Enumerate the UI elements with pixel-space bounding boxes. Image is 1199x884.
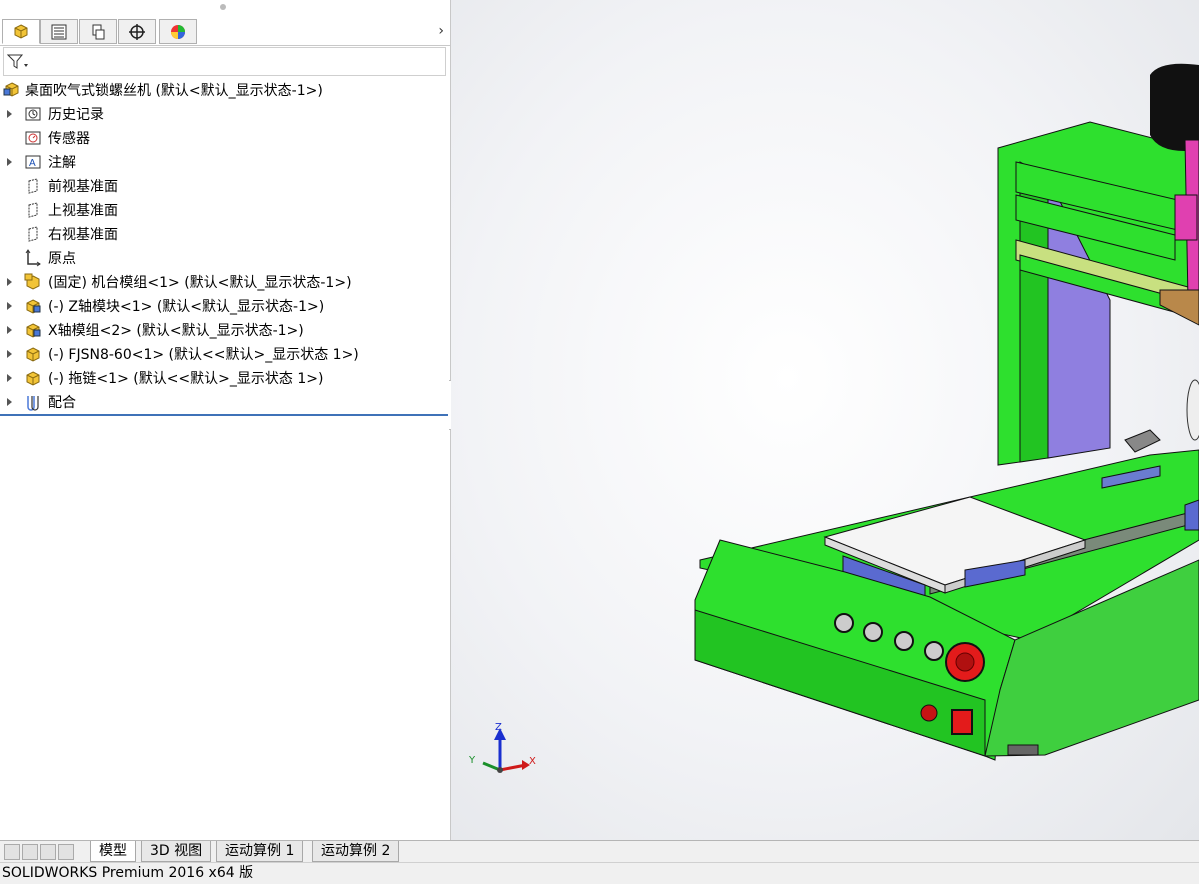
expand-arrow-icon[interactable] bbox=[7, 349, 13, 359]
plane-icon bbox=[28, 202, 38, 218]
subassembly-icon bbox=[26, 323, 41, 338]
assembly-icon bbox=[3, 82, 19, 97]
graphics-area[interactable]: Z X Y bbox=[451, 0, 1199, 840]
expand-arrow-icon[interactable] bbox=[7, 397, 13, 407]
tree-item-label: 右视基准面 bbox=[48, 227, 118, 243]
subassembly-fixed-icon bbox=[24, 273, 40, 290]
tab-3d-view[interactable]: 3D 视图 bbox=[141, 841, 212, 862]
tree-item-label: 上视基准面 bbox=[48, 203, 118, 219]
tree-item[interactable]: 原点 bbox=[0, 247, 450, 269]
filter-bar[interactable] bbox=[3, 47, 446, 76]
tree-item[interactable]: (-) 拖链<1> (默认<<默认>_显示状态 1>) bbox=[0, 367, 450, 389]
tree-item-label: 原点 bbox=[48, 251, 76, 267]
expand-arrow-icon[interactable] bbox=[7, 373, 13, 383]
origin-icon bbox=[25, 249, 41, 267]
history-icon bbox=[25, 107, 41, 121]
tree-root-assembly[interactable]: 桌面吹气式锁螺丝机 (默认<默认_显示状态-1>) bbox=[0, 79, 450, 101]
tree-item[interactable]: 右视基准面 bbox=[0, 223, 450, 245]
panel-grip[interactable] bbox=[220, 4, 226, 10]
tab-display-manager[interactable] bbox=[159, 19, 197, 44]
tree-item-label: (固定) 机台模组<1> (默认<默认_显示状态-1>) bbox=[48, 275, 352, 291]
tree-item-label: 前视基准面 bbox=[48, 179, 118, 195]
tab-motion-study-1[interactable]: 运动算例 1 bbox=[216, 841, 304, 862]
expand-arrow-icon[interactable] bbox=[7, 301, 13, 311]
plane-icon bbox=[28, 178, 38, 194]
tree-item-label: X轴模组<2> (默认<默认_显示状态-1>) bbox=[48, 323, 304, 339]
svg-text:A: A bbox=[29, 158, 36, 169]
tree-item[interactable]: (-) Z轴模块<1> (默认<默认_显示状态-1>) bbox=[0, 295, 450, 317]
status-bar: SOLIDWORKS Premium 2016 x64 版 bbox=[0, 862, 1199, 884]
display-manager-icon bbox=[171, 24, 185, 39]
tree-item[interactable]: (-) FJSN8-60<1> (默认<<默认>_显示状态 1>) bbox=[0, 343, 450, 365]
subassembly-icon bbox=[26, 299, 41, 314]
tab-property-manager[interactable] bbox=[40, 19, 78, 44]
part-icon bbox=[26, 371, 40, 386]
expand-arrow-icon[interactable] bbox=[7, 109, 13, 119]
tree-item-label: (-) FJSN8-60<1> (默认<<默认>_显示状态 1>) bbox=[48, 347, 359, 363]
tree-item-label: (-) 拖链<1> (默认<<默认>_显示状态 1>) bbox=[48, 371, 324, 387]
dimxpert-manager-icon bbox=[129, 23, 145, 40]
last-tab-icon[interactable] bbox=[58, 844, 74, 860]
bottom-tab-bar: 模型 3D 视图 运动算例 1 运动算例 2 bbox=[0, 840, 1199, 863]
prev-tab-icon[interactable] bbox=[22, 844, 38, 860]
tree-item[interactable]: 配合 bbox=[0, 391, 450, 413]
sensor-icon bbox=[25, 131, 41, 145]
tree-item-label: 历史记录 bbox=[48, 107, 104, 123]
tree-item-label: 配合 bbox=[48, 395, 76, 411]
tree-item[interactable]: 传感器 bbox=[0, 127, 450, 149]
first-tab-icon[interactable] bbox=[4, 844, 20, 860]
triad-z-label: Z bbox=[495, 722, 502, 733]
annotation-icon: A bbox=[25, 155, 41, 169]
feature-manager-icon bbox=[14, 23, 28, 39]
plane-icon bbox=[28, 226, 38, 242]
tree-item-label: 桌面吹气式锁螺丝机 (默认<默认_显示状态-1>) bbox=[25, 83, 323, 99]
tab-configuration-manager[interactable] bbox=[79, 19, 117, 44]
panel-tab-bar: › bbox=[0, 19, 450, 46]
chevron-right-icon[interactable]: › bbox=[438, 23, 444, 39]
filter-icon[interactable] bbox=[7, 54, 29, 70]
tab-model[interactable]: 模型 bbox=[90, 841, 136, 862]
tree-item-label: 注解 bbox=[48, 155, 76, 171]
expand-arrow-icon[interactable] bbox=[7, 157, 13, 167]
tree-item[interactable]: 上视基准面 bbox=[0, 199, 450, 221]
tab-motion-study-2[interactable]: 运动算例 2 bbox=[312, 841, 400, 862]
tab-dimxpert-manager[interactable] bbox=[118, 19, 156, 44]
tab-feature-manager[interactable] bbox=[2, 19, 40, 44]
tree-item[interactable]: A 注解 bbox=[0, 151, 450, 173]
machine-model bbox=[482, 63, 1199, 773]
expand-arrow-icon[interactable] bbox=[7, 325, 13, 335]
tree-item[interactable]: X轴模组<2> (默认<默认_显示状态-1>) bbox=[0, 319, 450, 341]
part-icon bbox=[26, 347, 40, 362]
expand-arrow-icon[interactable] bbox=[7, 277, 13, 287]
tree-item-label: 传感器 bbox=[48, 131, 90, 147]
property-manager-icon bbox=[51, 24, 67, 39]
tree-item[interactable]: 前视基准面 bbox=[0, 175, 450, 197]
tree-item[interactable]: 历史记录 bbox=[0, 103, 450, 125]
feature-manager-panel: › 桌面吹气式锁螺丝机 (默认<默认_显示状态-1>) 历史记录传感器 A 注解前视基… bbox=[0, 0, 451, 840]
next-tab-icon[interactable] bbox=[40, 844, 56, 860]
triad-y-label: Y bbox=[469, 755, 476, 766]
tree-item[interactable]: (固定) 机台模组<1> (默认<默认_显示状态-1>) bbox=[0, 271, 450, 293]
tree-item-label: (-) Z轴模块<1> (默认<默认_显示状态-1>) bbox=[48, 299, 325, 315]
tree-rollback-bar[interactable] bbox=[0, 414, 448, 416]
mates-icon bbox=[27, 396, 39, 411]
triad-x-label: X bbox=[529, 756, 536, 767]
configuration-manager-icon bbox=[92, 24, 105, 39]
